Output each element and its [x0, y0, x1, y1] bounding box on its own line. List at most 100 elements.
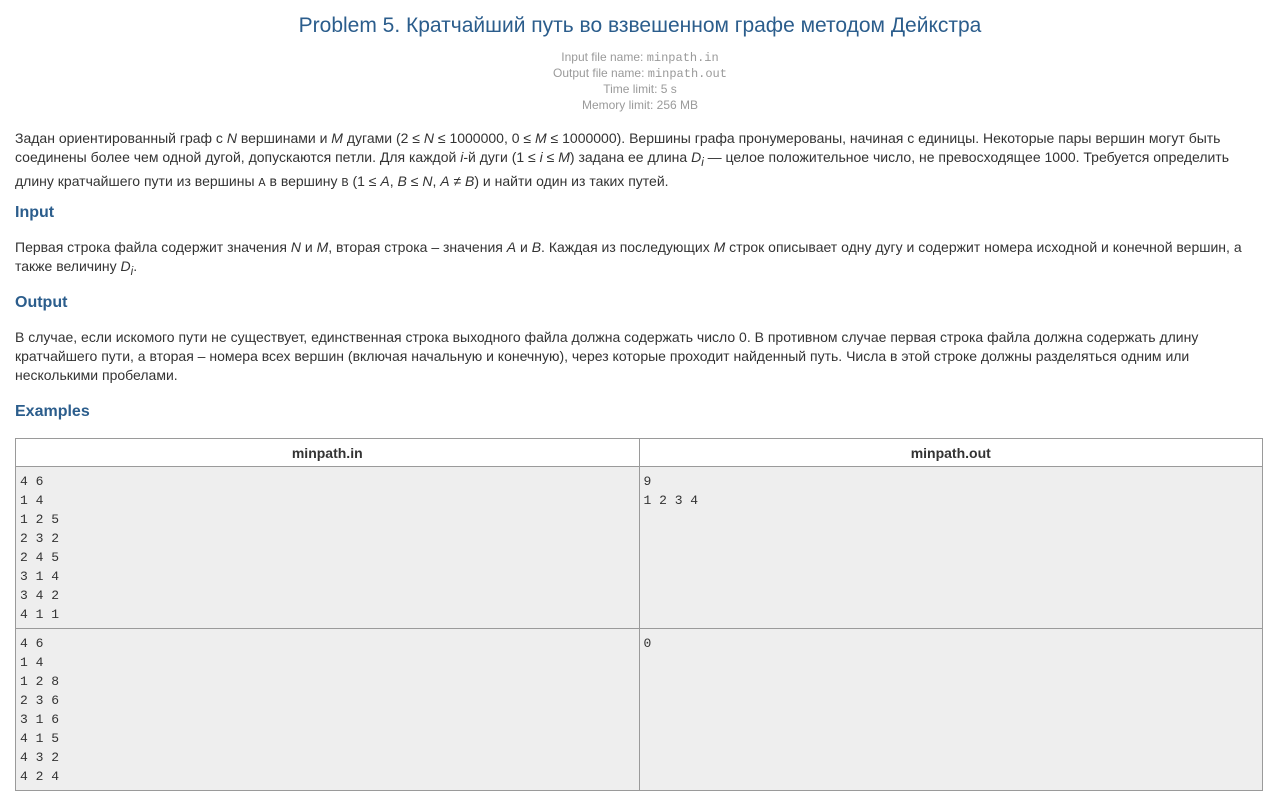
code-line: 4 6	[20, 636, 44, 651]
problem-page: Problem 5. Кратчайший путь во взвешенном…	[0, 0, 1277, 801]
example-row: 4 6 1 4 1 2 5 2 3 2 2 4 5 3 1 4 3 4 2 4 …	[15, 466, 1263, 629]
var-d: D	[691, 149, 702, 165]
input-text: . Каждая из последующих	[541, 239, 714, 255]
output-file-label: Output file name:	[553, 66, 645, 80]
examples-table: minpath.in minpath.out 4 6 1 4 1 2 5 2 3…	[15, 438, 1263, 791]
statement-text: ,	[389, 172, 398, 189]
code-line: 0	[643, 636, 652, 651]
code-line: 1 4	[20, 655, 44, 670]
statement-text: ) задана ее длина	[569, 149, 692, 165]
var-a: A	[380, 172, 390, 189]
example-input-cell: 4 6 1 4 1 2 8 2 3 6 3 1 6 4 1 5 4 3 2 4 …	[15, 628, 640, 791]
statement-text: ≤	[542, 149, 559, 165]
code-line: 4 1 5	[20, 731, 60, 746]
var-m: M	[316, 239, 329, 255]
var-n: N	[423, 130, 434, 146]
column-header-input: minpath.in	[15, 438, 640, 467]
statement-text: — целое положительное число, не превосхо…	[703, 149, 1230, 165]
statement-text: соединены более чем одной дугой, допуска…	[15, 149, 461, 165]
statement-text: -й дуги (1 ≤	[463, 149, 540, 165]
code-line: 2 4 5	[20, 550, 60, 565]
code-line: 3 1 6	[20, 712, 60, 727]
var-m: M	[534, 130, 547, 146]
code-line: 4 3 2	[20, 750, 60, 765]
output-line-3: несколькими пробелами.	[15, 367, 178, 383]
code-line: 2 3 2	[20, 531, 60, 546]
input-text: Первая строка файла содержит значения	[15, 239, 291, 255]
var-b: B	[465, 172, 475, 189]
page-title: Problem 5. Кратчайший путь во взвешенном…	[298, 14, 982, 37]
output-file-row: Output file name: minpath.out	[0, 65, 1277, 81]
input-text: и	[300, 239, 317, 255]
output-heading: Output	[15, 294, 68, 311]
output-line-1: В случае, если искомого пути не существу…	[15, 329, 1199, 345]
example-output-cell: 0	[638, 628, 1263, 791]
code-line: 4 1 1	[20, 607, 60, 622]
problem-limits: Input file name: minpath.in Output file …	[0, 49, 1277, 113]
statement-line-2: соединены более чем одной дугой, допуска…	[15, 148, 1263, 172]
examples-header-row: minpath.in minpath.out	[15, 438, 1263, 467]
code-line: 1 2 5	[20, 512, 60, 527]
var-a: A	[506, 239, 517, 255]
input-text: строк описывает одну дугу и содержит ном…	[725, 239, 1242, 255]
code-line: 9	[643, 474, 652, 489]
var-d: D	[120, 258, 131, 274]
input-file-label: Input file name:	[561, 50, 644, 64]
statement-text: вершинами и	[236, 130, 332, 146]
input-text: , вторая строка – значения	[328, 239, 507, 255]
code-line: 3 4 2	[20, 588, 60, 603]
input-line-1: Первая строка файла содержит значения N …	[15, 238, 1263, 257]
input-text: и	[516, 239, 532, 255]
statement-text: (1 ≤	[348, 172, 381, 189]
code-line: 3 1 4	[20, 569, 60, 584]
input-file-row: Input file name: minpath.in	[0, 49, 1277, 65]
code-line: 4 6	[20, 474, 44, 489]
column-header-output: minpath.out	[638, 438, 1263, 467]
var-m: M	[558, 149, 570, 165]
time-limit-row: Time limit: 5 s	[0, 81, 1277, 97]
memory-limit-label: Memory limit:	[581, 98, 654, 112]
var-m: M	[713, 239, 726, 255]
statement-text: ≤ 1000000, 0 ≤	[433, 130, 535, 146]
input-text: также величину	[15, 258, 121, 274]
time-limit-label: Time limit:	[603, 82, 658, 96]
memory-limit-value: 256 MB	[656, 98, 699, 112]
output-description: В случае, если искомого пути не существу…	[15, 328, 1263, 385]
examples-heading: Examples	[15, 403, 90, 420]
statement-text: Задан ориентированный граф с	[15, 130, 227, 146]
var-b: B	[397, 172, 407, 189]
code-line: 4 2 4	[20, 769, 60, 784]
code-line: 1 2 3 4	[643, 493, 699, 508]
input-line-2: также величину Di.	[15, 257, 1263, 281]
statement-text: ) и найти один из таких путей.	[474, 172, 669, 189]
var-b: B	[531, 239, 542, 255]
var-n: N	[290, 239, 301, 255]
vertex-b: B	[341, 175, 349, 190]
memory-limit-row: Memory limit: 256 MB	[0, 97, 1277, 113]
statement-text: длину кратчайшего пути из вершины	[15, 172, 259, 189]
code-line: 2 3 6	[20, 693, 60, 708]
statement-text: ≤ 1000000). Вершины графа пронумерованы,…	[546, 130, 1221, 146]
statement-text: ≤	[406, 172, 423, 189]
var-d-i: Di	[691, 149, 704, 169]
var-n: N	[422, 172, 433, 189]
example-row: 4 6 1 4 1 2 8 2 3 6 3 1 6 4 1 5 4 3 2 4 …	[15, 628, 1263, 791]
vertex-a: A	[258, 175, 266, 190]
input-heading: Input	[15, 204, 55, 221]
input-description: Первая строка файла содержит значения N …	[15, 238, 1263, 281]
var-n: N	[226, 130, 237, 146]
statement-text: дугами (2 ≤	[342, 130, 424, 146]
example-output-cell: 9 1 2 3 4	[638, 466, 1263, 629]
problem-statement: Задан ориентированный граф с N вершинами…	[15, 129, 1263, 193]
output-line-2: кратчайшего пути, а вторая – номера всех…	[15, 348, 1190, 364]
statement-text: в вершину	[265, 172, 342, 189]
code-line: 1 2 8	[20, 674, 60, 689]
var-d-i: Di	[120, 258, 134, 278]
input-file-name: minpath.in	[646, 51, 719, 65]
output-file-name: minpath.out	[647, 67, 727, 81]
statement-line-1: Задан ориентированный граф с N вершинами…	[15, 129, 1263, 148]
code-line: 1 4	[20, 493, 44, 508]
var-m: M	[331, 130, 343, 146]
var-a: A	[440, 172, 450, 189]
time-limit-value: 5 s	[660, 82, 677, 96]
